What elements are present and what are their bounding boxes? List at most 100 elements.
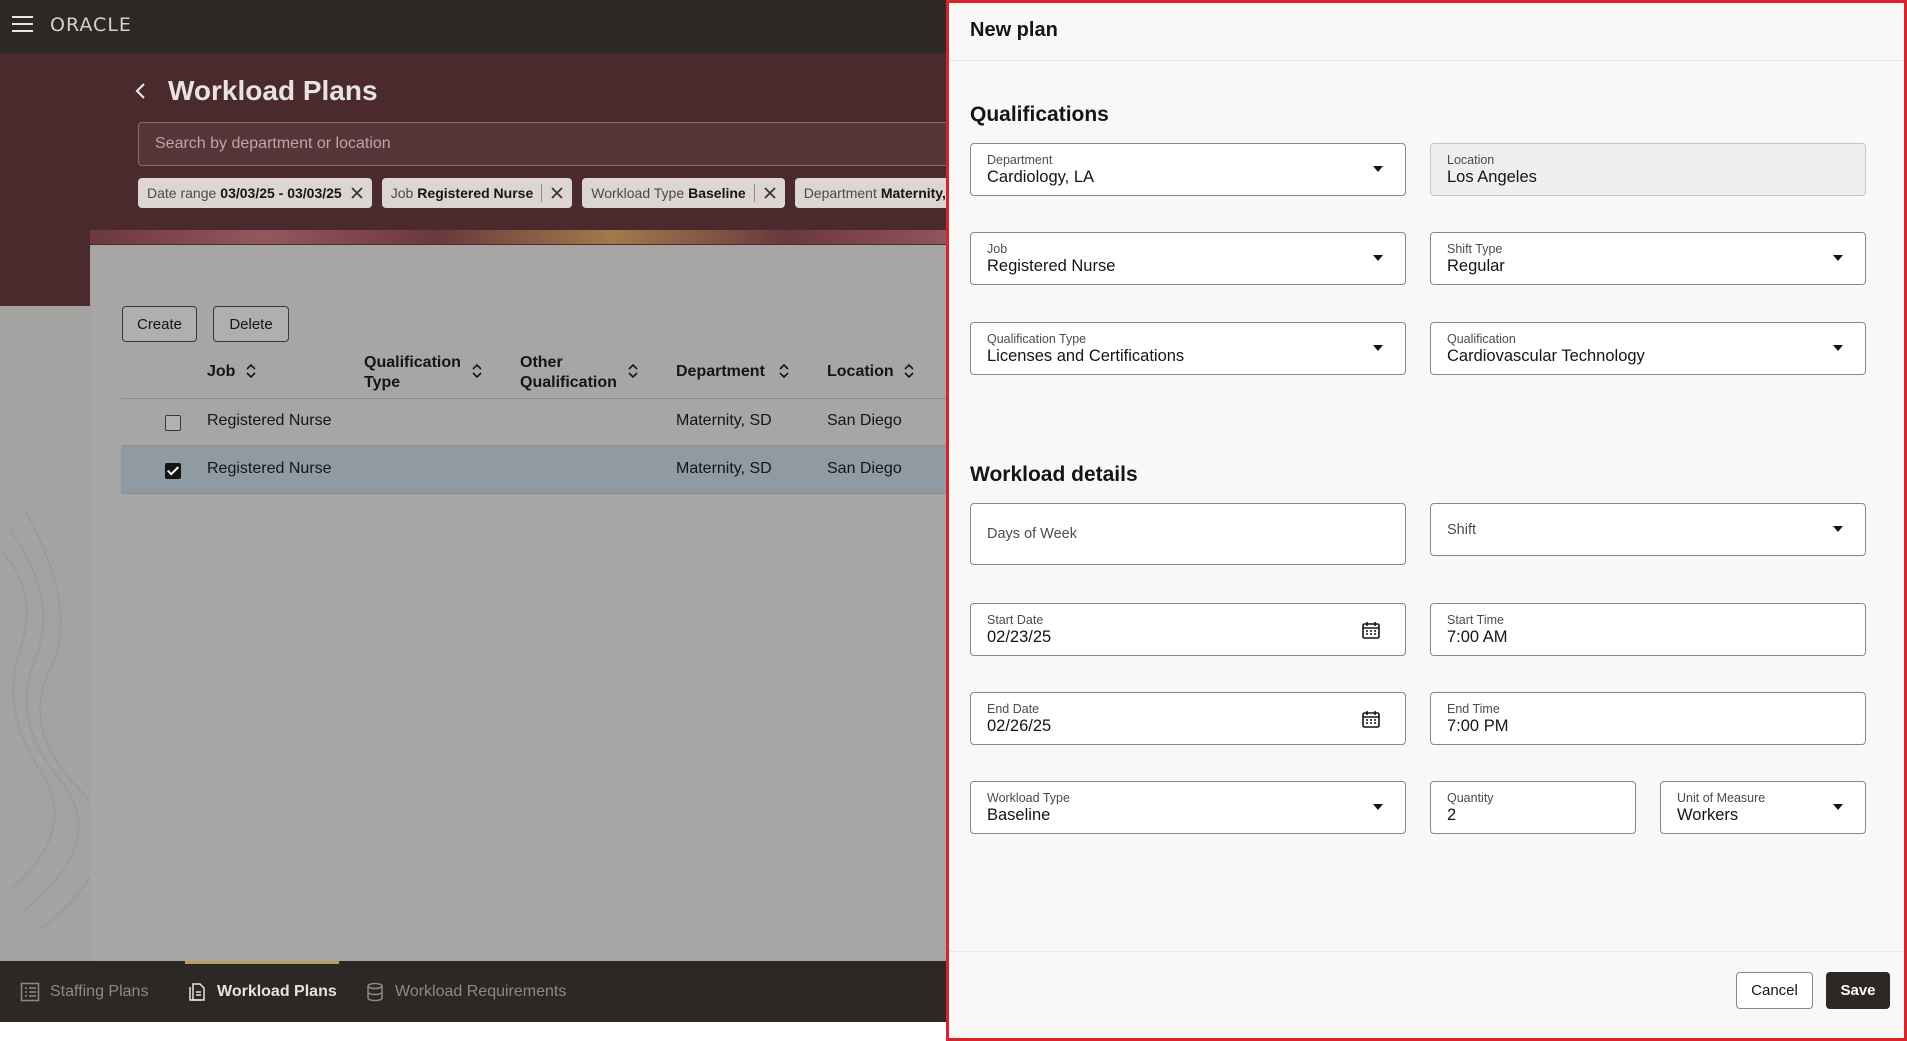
list-icon	[20, 982, 40, 1001]
start-time-input[interactable]: Start Time 7:00 AM	[1430, 603, 1866, 656]
start-date-input[interactable]: Start Date 02/23/25	[970, 603, 1406, 656]
column-header-qualification-type[interactable]: Qualification Type	[364, 353, 461, 393]
field-value: Regular	[1447, 257, 1505, 275]
new-plan-drawer: New plan Qualifications Department Cardi…	[946, 0, 1907, 1041]
column-header-label: Location	[827, 363, 894, 380]
nav-label: Workload Plans	[217, 982, 337, 1000]
qualification-type-select[interactable]: Qualification Type Licenses and Certific…	[970, 322, 1406, 375]
search-bar[interactable]	[138, 122, 958, 166]
sort-icon[interactable]	[778, 363, 790, 379]
search-input[interactable]	[139, 123, 957, 165]
shift-select[interactable]: Shift	[1430, 503, 1866, 556]
column-header-other-qualification[interactable]: Other Qualification	[520, 353, 617, 393]
filter-chip-department[interactable]: DepartmentMaternity, SD	[794, 178, 948, 208]
save-button[interactable]: Save	[1826, 972, 1890, 1009]
nav-workload-plans[interactable]: Workload Plans	[185, 961, 339, 1022]
nav-staffing-plans[interactable]: Staffing Plans	[20, 961, 148, 1022]
qualification-select[interactable]: Qualification Cardiovascular Technology	[1430, 322, 1866, 375]
delete-button[interactable]: Delete	[213, 306, 289, 342]
calendar-icon[interactable]	[1361, 620, 1381, 640]
field-value: Registered Nurse	[987, 257, 1116, 275]
active-tab-indicator	[185, 961, 339, 964]
field-value: Cardiology, LA	[987, 168, 1095, 186]
filter-chip-date-range[interactable]: Date range 03/03/25 - 03/03/25	[138, 178, 372, 208]
nav-label: Staffing Plans	[50, 982, 149, 1000]
field-value: Licenses and Certifications	[987, 347, 1185, 365]
filter-chip-value: 03/03/25 - 03/03/25	[220, 185, 342, 201]
drawer-header: New plan	[949, 3, 1904, 61]
column-header-job[interactable]: Job	[207, 362, 235, 382]
caret-down-icon[interactable]	[1373, 255, 1383, 261]
caret-down-icon[interactable]	[1833, 345, 1843, 351]
column-header-department[interactable]: Department	[676, 362, 765, 382]
field-label: End Time	[1447, 702, 1500, 716]
field-label: End Date	[987, 702, 1040, 716]
database-icon	[367, 982, 383, 1001]
caret-down-icon[interactable]	[1833, 804, 1843, 810]
field-value: Cardiovascular Technology	[1447, 347, 1645, 365]
sort-icon[interactable]	[627, 363, 639, 379]
filter-chip-label: Date range	[147, 185, 217, 201]
drawer-footer-divider	[949, 951, 1904, 952]
nav-workload-requirements[interactable]: Workload Requirements	[365, 961, 566, 1022]
filter-chip-value: Registered Nurse	[417, 185, 534, 201]
caret-down-icon[interactable]	[1373, 804, 1383, 810]
field-label: Qualification Type	[987, 332, 1087, 346]
drawer-title: New plan	[970, 19, 1058, 41]
caret-down-icon[interactable]	[1833, 526, 1843, 532]
end-date-input[interactable]: End Date 02/26/25	[970, 692, 1406, 745]
caret-down-icon[interactable]	[1373, 166, 1383, 172]
create-button[interactable]: Create	[122, 306, 197, 342]
field-value: 2	[1447, 806, 1457, 824]
unit-of-measure-select[interactable]: Unit of Measure Workers	[1660, 781, 1866, 834]
field-value: 02/23/25	[987, 628, 1052, 646]
cell-location: San Diego	[827, 412, 902, 429]
cell-department: Maternity, SD	[676, 412, 772, 429]
field-value: Los Angeles	[1447, 168, 1537, 186]
sort-icon[interactable]	[903, 363, 915, 379]
field-label: Job	[987, 242, 1008, 256]
column-header-label: Type	[364, 374, 401, 391]
calendar-icon[interactable]	[1361, 709, 1381, 729]
cancel-button[interactable]: Cancel	[1736, 972, 1813, 1009]
section-title-qualifications: Qualifications	[970, 103, 1109, 126]
end-time-input[interactable]: End Time 7:00 PM	[1430, 692, 1866, 745]
filter-chip-label: Job	[390, 185, 414, 201]
close-icon[interactable]	[542, 178, 572, 208]
row-checkbox-checked[interactable]	[165, 463, 181, 479]
section-title-workload-details: Workload details	[970, 463, 1138, 486]
field-label: Unit of Measure	[1677, 791, 1766, 805]
field-label: Department	[987, 153, 1053, 167]
quantity-input[interactable]: Quantity 2	[1430, 781, 1636, 834]
close-icon[interactable]	[342, 178, 372, 208]
field-label: Shift	[1447, 521, 1477, 538]
shift-type-select[interactable]: Shift Type Regular	[1430, 232, 1866, 285]
filter-chip-label: Workload Type	[591, 185, 685, 201]
close-icon[interactable]	[755, 178, 785, 208]
job-select[interactable]: Job Registered Nurse	[970, 232, 1406, 285]
days-of-week-input[interactable]: Days of Week	[970, 503, 1406, 565]
caret-down-icon[interactable]	[1833, 255, 1843, 261]
column-header-label: Qualification	[364, 354, 461, 371]
field-value: 02/26/25	[987, 717, 1052, 735]
cell-job: Registered Nurse	[207, 412, 332, 429]
row-checkbox[interactable]	[165, 415, 181, 431]
filter-chip-label: Department	[803, 185, 877, 201]
column-header-label: Other	[520, 354, 563, 371]
department-select[interactable]: Department Cardiology, LA	[970, 143, 1406, 196]
field-label: Start Time	[1447, 613, 1504, 627]
hamburger-menu-icon[interactable]	[12, 16, 33, 32]
sort-icon[interactable]	[471, 363, 483, 379]
field-value: 7:00 PM	[1447, 717, 1509, 735]
filter-chip-job[interactable]: Job Registered Nurse	[381, 178, 573, 208]
filter-chip-value: Baseline	[688, 185, 746, 201]
caret-down-icon[interactable]	[1373, 345, 1383, 351]
topographic-pattern	[0, 510, 90, 931]
filter-chip-workload-type[interactable]: Workload Type Baseline	[582, 178, 785, 208]
sort-icon[interactable]	[245, 363, 257, 379]
workload-type-select[interactable]: Workload Type Baseline	[970, 781, 1406, 834]
field-label: Quantity	[1447, 791, 1494, 805]
column-header-location[interactable]: Location	[827, 362, 894, 382]
oracle-logo: ORACLE	[50, 14, 132, 36]
back-chevron-icon[interactable]	[130, 80, 152, 102]
